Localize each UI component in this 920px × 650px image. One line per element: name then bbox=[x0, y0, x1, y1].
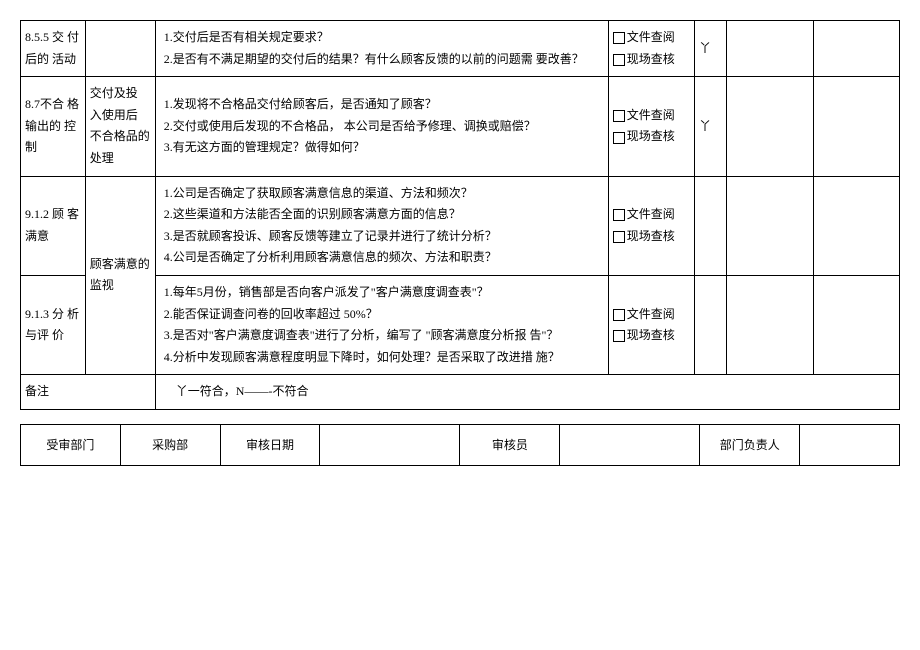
check-methods: 文件查阅 现场查核 bbox=[608, 21, 694, 77]
checkbox-icon bbox=[613, 32, 625, 44]
dept-label: 受审部门 bbox=[21, 424, 121, 465]
date-value bbox=[320, 424, 460, 465]
topic-cell: 交付及投 入使用后 不合格品的 处理 bbox=[85, 77, 155, 176]
clause-id: 9.1.3 分 析与评 价 bbox=[21, 275, 86, 374]
empty-cell bbox=[813, 77, 899, 176]
dept-value: 采购部 bbox=[120, 424, 220, 465]
empty-cell bbox=[727, 21, 813, 77]
questions-cell: 1.交付后是否有相关规定要求？ 2.是否有不满足期望的交付后的结果？有什么顾客反… bbox=[155, 21, 608, 77]
clause-id: 9.1.2 顾 客满意 bbox=[21, 176, 86, 275]
result-cell: 丫 bbox=[695, 21, 727, 77]
topic-cell: 顾客满意的 监视 bbox=[85, 176, 155, 375]
checkbox-icon bbox=[613, 231, 625, 243]
checkbox-icon bbox=[613, 309, 625, 321]
check-label: 文件查阅 bbox=[627, 30, 675, 44]
clause-id: 8.7不合 格输出的 控制 bbox=[21, 77, 86, 176]
footer-table: 受审部门 采购部 审核日期 审核员 部门负责人 bbox=[20, 424, 900, 466]
auditor-value bbox=[560, 424, 700, 465]
owner-label: 部门负责人 bbox=[700, 424, 800, 465]
table-row: 9.1.2 顾 客满意 顾客满意的 监视 1.公司是否确定了获取顾客满意信息的渠… bbox=[21, 176, 900, 275]
check-label: 现场查核 bbox=[627, 229, 675, 243]
table-row: 8.7不合 格输出的 控制 交付及投 入使用后 不合格品的 处理 1.发现将不合… bbox=[21, 77, 900, 176]
check-label: 现场查核 bbox=[627, 52, 675, 66]
check-methods: 文件查阅 现场查核 bbox=[608, 176, 694, 275]
check-label: 文件查阅 bbox=[627, 108, 675, 122]
check-label: 文件查阅 bbox=[627, 207, 675, 221]
checkbox-icon bbox=[613, 209, 625, 221]
owner-value bbox=[800, 424, 900, 465]
check-methods: 文件查阅 现场查核 bbox=[608, 77, 694, 176]
date-label: 审核日期 bbox=[220, 424, 320, 465]
check-label: 现场查核 bbox=[627, 129, 675, 143]
checkbox-icon bbox=[613, 110, 625, 122]
questions-cell: 1.每年5月份，销售部是否向客户派发了"客户满意度调查表"？ 2.能否保证调查问… bbox=[155, 275, 608, 374]
result-cell bbox=[695, 275, 727, 374]
empty-cell bbox=[813, 275, 899, 374]
questions-cell: 1.发现将不合格品交付给顾客后，是否通知了顾客？ 2.交付或使用后发现的不合格品… bbox=[155, 77, 608, 176]
checkbox-icon bbox=[613, 54, 625, 66]
topic-cell bbox=[85, 21, 155, 77]
remark-row: 备注 丫一符合，N——-不符合 bbox=[21, 375, 900, 410]
check-methods: 文件查阅 现场查核 bbox=[608, 275, 694, 374]
clause-id: 8.5.5 交 付后的 活动 bbox=[21, 21, 86, 77]
remark-text: 丫一符合，N——-不符合 bbox=[155, 375, 899, 410]
footer-row: 受审部门 采购部 审核日期 审核员 部门负责人 bbox=[21, 424, 900, 465]
result-cell bbox=[695, 176, 727, 275]
questions-cell: 1.公司是否确定了获取顾客满意信息的渠道、方法和频次？ 2.这些渠道和方法能否全… bbox=[155, 176, 608, 275]
empty-cell bbox=[727, 176, 813, 275]
check-label: 文件查阅 bbox=[627, 307, 675, 321]
checkbox-icon bbox=[613, 330, 625, 342]
empty-cell bbox=[727, 77, 813, 176]
empty-cell bbox=[813, 21, 899, 77]
empty-cell bbox=[813, 176, 899, 275]
checkbox-icon bbox=[613, 132, 625, 144]
auditor-label: 审核员 bbox=[460, 424, 560, 465]
remark-label: 备注 bbox=[21, 375, 156, 410]
result-cell: 丫 bbox=[695, 77, 727, 176]
empty-cell bbox=[727, 275, 813, 374]
audit-table: 8.5.5 交 付后的 活动 1.交付后是否有相关规定要求？ 2.是否有不满足期… bbox=[20, 20, 900, 410]
table-row: 8.5.5 交 付后的 活动 1.交付后是否有相关规定要求？ 2.是否有不满足期… bbox=[21, 21, 900, 77]
check-label: 现场查核 bbox=[627, 328, 675, 342]
